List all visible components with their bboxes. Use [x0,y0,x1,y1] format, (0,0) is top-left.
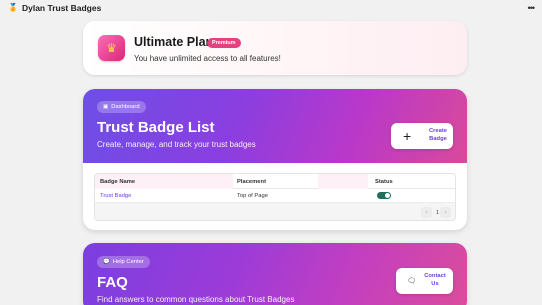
message-icon: 🗨 [407,278,416,285]
table-header: Badge Name Placement Status [95,174,455,189]
premium-badge: Premium [207,38,241,48]
create-badge-label-line2: Badge [429,136,447,142]
help-center-pill: 💬 Help Center [97,256,150,268]
more-dots-icon[interactable]: ••• [528,3,536,13]
faq-title: FAQ [97,274,128,291]
title-bar: 🏅 Dylan Trust Badges ••• [0,0,542,16]
page-subtitle: Create, manage, and track your trust bad… [97,140,256,149]
contact-us-label-line1: Contact [424,273,446,280]
status-toggle[interactable] [377,192,391,199]
table-row[interactable]: Trust Badge Top of Page [95,189,455,203]
badge-table: Badge Name Placement Status Trust Badge … [94,173,456,221]
pagination: ‹ 1 / 1 [95,203,455,220]
dashboard-pill: ▣ Dashboard [97,101,146,113]
trust-badge-header: ▣ Dashboard Trust Badge List Create, man… [83,89,467,163]
column-header-status[interactable]: Status [375,174,393,189]
plan-card: ♛ Ultimate Plan Premium You have unlimit… [83,21,467,75]
plan-title: Ultimate Plan [134,35,214,49]
page-title: Trust Badge List [97,119,215,136]
contact-us-label: Contact Us [423,273,447,289]
create-badge-button[interactable]: + Create Badge [391,123,453,149]
dashboard-pill-label: Dashboard [111,104,140,110]
crown-icon: ♛ [106,41,117,55]
dashboard-icon: ▣ [103,104,109,110]
contact-us-button[interactable]: 🗨 Contact Us [396,268,453,294]
contact-us-label-line2: Us [431,281,439,287]
faq-subtitle: Find answers to common questions about T… [97,295,295,304]
chat-bubble-icon: 💬 [103,259,110,265]
plan-subtitle: You have unlimited access to all feature… [134,54,281,63]
plan-icon-tile: ♛ [98,35,125,61]
badge-placement: Top of Page [237,193,268,199]
header-shade [318,174,368,189]
chevron-left-icon[interactable]: ‹ [421,207,432,218]
column-header-placement[interactable]: Placement [237,174,266,189]
plus-icon: + [403,128,412,144]
faq-card: 💬 Help Center FAQ Find answers to common… [83,243,467,305]
column-header-badge-name[interactable]: Badge Name [100,174,135,189]
create-badge-label-line1: Create [428,128,448,135]
help-center-pill-label: Help Center [112,259,144,265]
badge-name-link[interactable]: Trust Badge [100,189,131,203]
app-title: Dylan Trust Badges [21,3,102,13]
chevron-right-icon[interactable]: › [440,207,451,218]
badge-emoji-icon: 🏅 [8,3,18,12]
create-badge-label: Create Badge [425,128,451,144]
trust-badge-card: ▣ Dashboard Trust Badge List Create, man… [83,89,467,230]
